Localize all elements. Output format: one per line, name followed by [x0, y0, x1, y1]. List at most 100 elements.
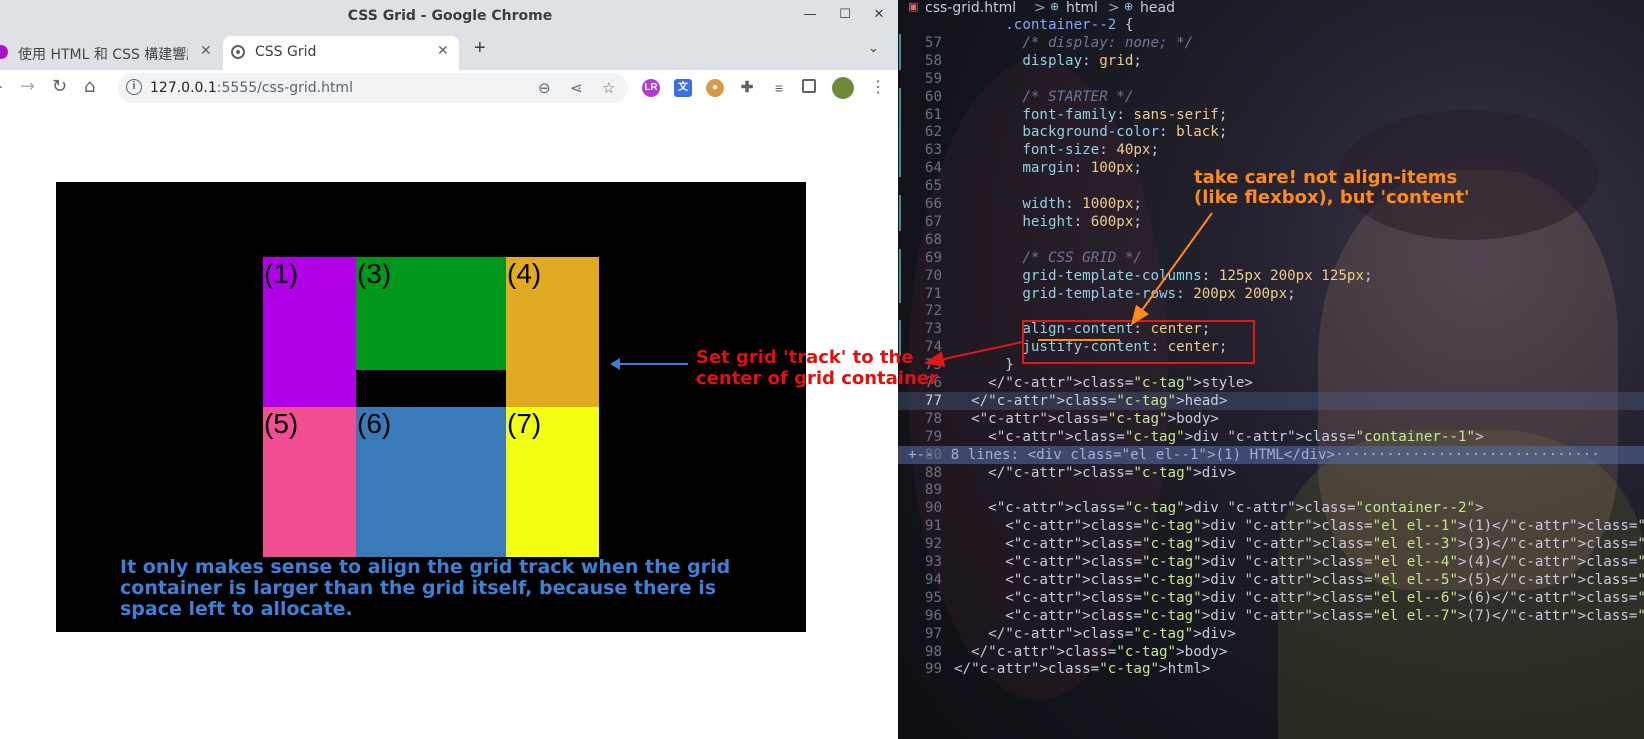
cell-label: (4)	[507, 258, 542, 289]
git-change-marker	[899, 159, 901, 178]
code-line[interactable]: 90 <"c-attr">class="c-tag">div "c-attr">…	[898, 499, 1644, 517]
maximize-icon[interactable]: ☐	[836, 6, 854, 24]
code-line[interactable]: 92 <"c-attr">class="c-tag">div "c-attr">…	[898, 535, 1644, 553]
side-panel-icon[interactable]	[802, 79, 816, 93]
code-line[interactable]: 67 height: 600px;	[898, 212, 1644, 231]
line-number: 57	[924, 34, 942, 51]
code-line[interactable]: 62 background-color: black;	[898, 123, 1644, 142]
line-number: 97	[924, 625, 942, 642]
code-text: <"c-attr">class="c-tag">body>	[954, 410, 1219, 427]
code-text: background-color: black;	[1022, 124, 1228, 141]
code-line[interactable]: 88 </"c-attr">class="c-tag">div>	[898, 464, 1644, 482]
cell-label: (3)	[357, 258, 392, 289]
line-number: 89	[924, 482, 942, 499]
blue-arrow-line	[614, 363, 688, 365]
code-line[interactable]: 95 <"c-attr">class="c-tag">div "c-attr">…	[898, 589, 1644, 607]
line-number: 65	[924, 178, 942, 195]
line-number: 98	[924, 643, 942, 660]
breadcrumb-file[interactable]: css-grid.html	[925, 0, 1016, 16]
forward-icon[interactable]: →	[20, 76, 35, 97]
code-line[interactable]: 76 </"c-attr">class="c-tag">style>	[898, 374, 1644, 392]
code-text: </"c-attr">class="c-tag">div>	[954, 464, 1236, 481]
git-change-marker	[899, 212, 901, 231]
code-line[interactable]: 99 </"c-attr">class="c-tag">html>	[898, 660, 1644, 678]
git-change-marker	[899, 195, 901, 213]
code-line[interactable]: 60 /* STARTER */	[898, 87, 1644, 106]
zoom-icon[interactable]: ⊖	[538, 79, 551, 97]
line-number: 64	[924, 160, 942, 177]
minimize-icon[interactable]: —	[801, 6, 819, 24]
breadcrumb-head[interactable]: head	[1140, 0, 1175, 16]
code-line[interactable]: 77 </"c-attr">class="c-tag">head>	[898, 391, 1644, 410]
code-line[interactable]: 80 +-- 8 lines: <div class="el el--1">(1)…	[898, 445, 1644, 464]
cookie-icon[interactable]: ●	[706, 79, 724, 97]
code-line[interactable]: 70 grid-template-columns: 125px 200px 12…	[898, 266, 1644, 285]
close-icon[interactable]: ✕	[870, 6, 888, 24]
tab-close-icon[interactable]: ✕	[437, 43, 449, 59]
code-line[interactable]: 75 }	[898, 356, 1644, 374]
line-number: 73	[924, 321, 942, 338]
new-tab-icon[interactable]: +	[474, 37, 486, 60]
code-text: font-family: sans-serif;	[1022, 106, 1228, 123]
tab-close-icon[interactable]: ✕	[200, 43, 212, 59]
code-line[interactable]: 78 <"c-attr">class="c-tag">body>	[898, 410, 1644, 428]
code-text: grid-template-columns: 125px 200px 125px…	[1022, 267, 1373, 284]
code-text: /* CSS GRID */	[954, 249, 1142, 266]
code-text: font-size: 40px;	[1022, 142, 1160, 159]
code-line[interactable]: 59	[898, 70, 1644, 88]
code-text: display: grid;	[1022, 52, 1142, 69]
breadcrumb-separator: >	[1108, 0, 1120, 16]
address-bar[interactable]: i 127.0.0.1:5555/css-grid.html ⊖ ⋖ ☆	[118, 73, 628, 103]
home-icon[interactable]: ⌂	[84, 76, 95, 97]
code-line[interactable]: 74 justify-content: center;	[898, 338, 1644, 357]
code-text: }	[954, 357, 1014, 374]
line-number: 66	[924, 196, 942, 212]
code-line[interactable]: 69 /* CSS GRID */	[898, 248, 1644, 267]
chevron-down-icon[interactable]: ⌄	[868, 40, 879, 56]
code-line[interactable]: 72	[898, 302, 1644, 320]
code-line[interactable]: 89	[898, 481, 1644, 499]
code-line[interactable]: 94 <"c-attr">class="c-tag">div "c-attr">…	[898, 571, 1644, 589]
code-line[interactable]: 63 font-size: 40px;	[898, 141, 1644, 160]
translate-icon[interactable]: 文	[674, 79, 692, 97]
share-icon[interactable]: ⋖	[570, 79, 583, 97]
tab-css-grid[interactable]: CSS Grid ✕	[223, 36, 459, 70]
code-line[interactable]: 91 <"c-attr">class="c-tag">div "c-attr">…	[898, 517, 1644, 535]
git-change-marker	[899, 248, 901, 267]
code-line[interactable]: 73 align-content: center;	[898, 320, 1644, 339]
media-queue-icon[interactable]: ≡	[770, 79, 788, 97]
code-line[interactable]: 93 <"c-attr">class="c-tag">div "c-attr">…	[898, 553, 1644, 571]
git-change-marker	[899, 284, 901, 303]
code-line[interactable]: 68	[898, 231, 1644, 249]
code-editor: ▣ css-grid.html > ⊕ html > ⊕ head .conta…	[898, 0, 1644, 739]
code-line[interactable]: 79 <"c-attr">class="c-tag">div "c-attr">…	[898, 428, 1644, 446]
tag-icon: ⊕	[1124, 0, 1134, 13]
code-line[interactable]: 61 font-family: sans-serif;	[898, 105, 1644, 124]
line-number: 62	[924, 124, 942, 141]
code-text: <"c-attr">class="c-tag">div "c-attr">cla…	[954, 518, 1644, 535]
line-number: 77	[924, 392, 942, 409]
menu-kebab-icon[interactable]: ⋮	[870, 77, 886, 96]
line-number: 99	[924, 661, 942, 678]
line-number: 63	[924, 142, 942, 159]
tab-html-css-course[interactable]: 使用 HTML 和 CSS 構建響應 ✕	[0, 36, 218, 70]
url-text[interactable]: 127.0.0.1:5555/css-grid.html	[150, 80, 353, 96]
puzzle-extensions-icon[interactable]: ✚	[738, 79, 756, 97]
back-icon[interactable]: -	[0, 76, 3, 97]
line-number: 91	[924, 518, 942, 535]
site-info-icon[interactable]: i	[126, 79, 142, 95]
code-line[interactable]: 98 </"c-attr">class="c-tag">body>	[898, 643, 1644, 661]
code-line[interactable]: 71 grid-template-rows: 200px 200px;	[898, 284, 1644, 303]
breadcrumb-html[interactable]: html	[1066, 0, 1098, 16]
code-line[interactable]: 58 display: grid;	[898, 51, 1644, 70]
reload-icon[interactable]: ↻	[52, 76, 67, 97]
avatar[interactable]	[832, 77, 854, 99]
bookmark-star-icon[interactable]: ☆	[602, 79, 615, 97]
code-line[interactable]: 97 </"c-attr">class="c-tag">div>	[898, 625, 1644, 643]
code-line[interactable]: .container--2 {	[898, 16, 1644, 34]
code-line[interactable]: 96 <"c-attr">class="c-tag">div "c-attr">…	[898, 607, 1644, 625]
browser-toolbar: - → ↻ ⌂ i 127.0.0.1:5555/css-grid.html ⊖…	[0, 70, 898, 106]
extension-icon[interactable]: LR	[642, 79, 660, 97]
code-line[interactable]: 57 /* display: none; */	[898, 33, 1644, 52]
grid-cell-4: (4)	[506, 257, 599, 407]
